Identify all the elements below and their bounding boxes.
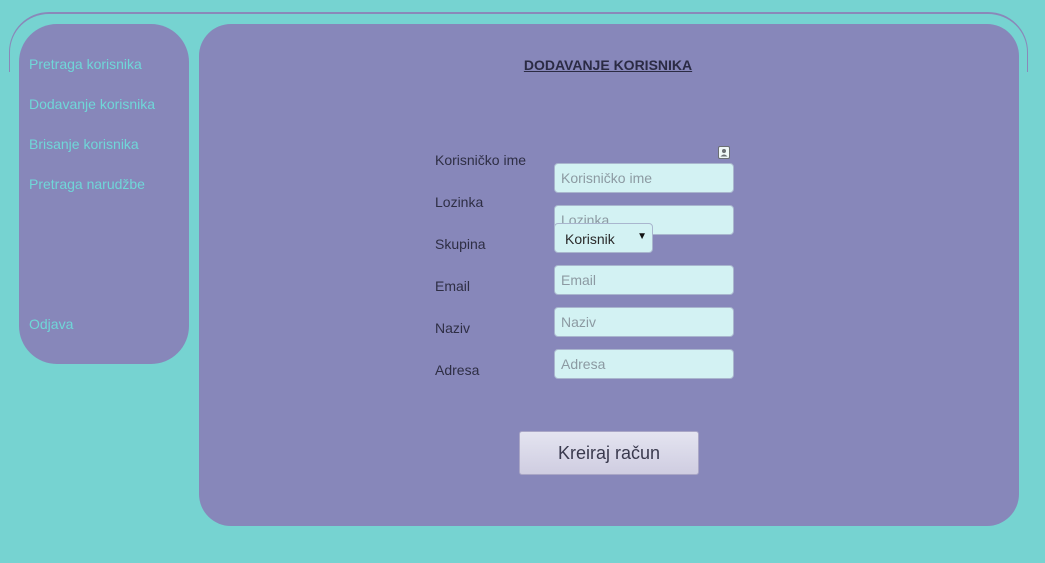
main-panel: DODAVANJE KORISNIKA Korisničko ime Lozin…	[199, 24, 1019, 526]
address-input[interactable]	[554, 349, 734, 379]
email-label: Email	[435, 278, 471, 294]
logout-link[interactable]: Odjava	[29, 316, 73, 332]
group-select[interactable]: Korisnik ▼	[554, 223, 653, 253]
contact-card-icon	[718, 146, 730, 159]
dropdown-arrow-icon: ▼	[637, 231, 647, 242]
sidebar-item-search-orders[interactable]: Pretraga narudžbe	[29, 176, 145, 192]
name-input[interactable]	[554, 307, 734, 337]
page-title: DODAVANJE KORISNIKA	[523, 57, 693, 73]
password-label: Lozinka	[435, 194, 484, 210]
address-label: Adresa	[435, 362, 480, 378]
sidebar-item-search-users[interactable]: Pretraga korisnika	[29, 56, 142, 72]
sidebar-item-add-user[interactable]: Dodavanje korisnika	[29, 96, 155, 112]
sidebar: Pretraga korisnika Dodavanje korisnika B…	[19, 24, 189, 364]
group-label: Skupina	[435, 236, 486, 252]
username-input[interactable]	[554, 163, 734, 193]
create-account-button[interactable]: Kreiraj račun	[519, 431, 699, 475]
name-label: Naziv	[435, 320, 471, 336]
group-select-value: Korisnik	[565, 231, 615, 247]
email-input[interactable]	[554, 265, 734, 295]
sidebar-item-delete-user[interactable]: Brisanje korisnika	[29, 136, 139, 152]
username-label: Korisničko ime	[435, 152, 527, 168]
